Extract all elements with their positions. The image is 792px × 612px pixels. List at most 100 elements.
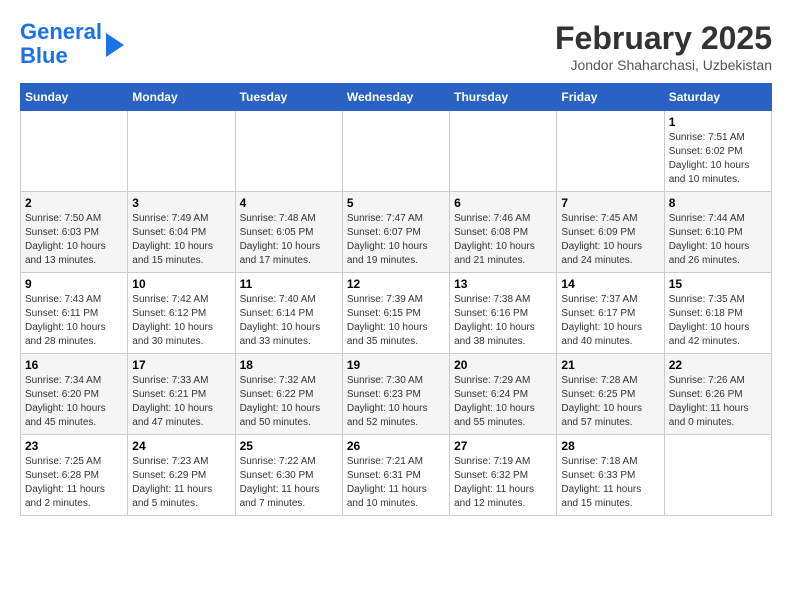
day-info: Sunrise: 7:44 AM Sunset: 6:10 PM Dayligh… (669, 212, 767, 268)
calendar-cell: 23 Sunrise: 7:25 AM Sunset: 6:28 PM Dayli… (21, 435, 128, 516)
day-number: 27 (454, 439, 552, 453)
logo-arrow-icon (106, 33, 124, 57)
header: General Blue February 2025 Jondor Shahar… (20, 20, 772, 73)
calendar-cell: 5 Sunrise: 7:47 AM Sunset: 6:07 PM Daylig… (342, 192, 449, 273)
day-info: Sunrise: 7:18 AM Sunset: 6:33 PM Dayligh… (561, 455, 659, 511)
day-number: 12 (347, 277, 445, 291)
day-number: 3 (132, 196, 230, 210)
logo-text: General Blue (20, 20, 102, 68)
calendar-cell: 8 Sunrise: 7:44 AM Sunset: 6:10 PM Daylig… (664, 192, 771, 273)
calendar-cell: 4Sunrise: 7:48 AM Sunset: 6:05 PM Daylig… (235, 192, 342, 273)
month-title: February 2025 (555, 20, 772, 57)
calendar-cell (21, 111, 128, 192)
calendar-cell: 21 Sunrise: 7:28 AM Sunset: 6:25 PM Dayli… (557, 354, 664, 435)
calendar-cell: 6Sunrise: 7:46 AM Sunset: 6:08 PM Daylig… (450, 192, 557, 273)
day-info: Sunrise: 7:45 AM Sunset: 6:09 PM Dayligh… (561, 212, 659, 268)
logo-general: General (20, 19, 102, 44)
calendar-week-4: 16 Sunrise: 7:34 AM Sunset: 6:20 PM Dayli… (21, 354, 772, 435)
day-info: Sunrise: 7:21 AM Sunset: 6:31 PM Dayligh… (347, 455, 445, 511)
calendar-cell (450, 111, 557, 192)
calendar-cell: 16 Sunrise: 7:34 AM Sunset: 6:20 PM Dayli… (21, 354, 128, 435)
calendar-cell: 20 Sunrise: 7:29 AM Sunset: 6:24 PM Dayli… (450, 354, 557, 435)
day-number: 2 (25, 196, 123, 210)
day-info: Sunrise: 7:43 AM Sunset: 6:11 PM Dayligh… (25, 293, 123, 349)
day-info: Sunrise: 7:25 AM Sunset: 6:28 PM Dayligh… (25, 455, 123, 511)
day-number: 14 (561, 277, 659, 291)
day-info: Sunrise: 7:48 AM Sunset: 6:05 PM Dayligh… (240, 212, 338, 268)
logo: General Blue (20, 20, 124, 68)
day-number: 1 (669, 115, 767, 129)
location-subtitle: Jondor Shaharchasi, Uzbekistan (555, 57, 772, 73)
day-info: Sunrise: 7:35 AM Sunset: 6:18 PM Dayligh… (669, 293, 767, 349)
day-number: 10 (132, 277, 230, 291)
day-info: Sunrise: 7:33 AM Sunset: 6:21 PM Dayligh… (132, 374, 230, 430)
day-number: 16 (25, 358, 123, 372)
header-tuesday: Tuesday (235, 84, 342, 111)
calendar-cell (128, 111, 235, 192)
day-number: 24 (132, 439, 230, 453)
day-number: 8 (669, 196, 767, 210)
day-info: Sunrise: 7:32 AM Sunset: 6:22 PM Dayligh… (240, 374, 338, 430)
header-friday: Friday (557, 84, 664, 111)
day-number: 28 (561, 439, 659, 453)
calendar-cell: 19Sunrise: 7:30 AM Sunset: 6:23 PM Dayli… (342, 354, 449, 435)
calendar-cell: 2 Sunrise: 7:50 AM Sunset: 6:03 PM Daylig… (21, 192, 128, 273)
day-number: 20 (454, 358, 552, 372)
calendar-cell (342, 111, 449, 192)
calendar-header-row: SundayMondayTuesdayWednesdayThursdayFrid… (21, 84, 772, 111)
calendar-cell: 22 Sunrise: 7:26 AM Sunset: 6:26 PM Dayli… (664, 354, 771, 435)
day-info: Sunrise: 7:50 AM Sunset: 6:03 PM Dayligh… (25, 212, 123, 268)
day-info: Sunrise: 7:40 AM Sunset: 6:14 PM Dayligh… (240, 293, 338, 349)
day-info: Sunrise: 7:47 AM Sunset: 6:07 PM Dayligh… (347, 212, 445, 268)
day-number: 15 (669, 277, 767, 291)
day-number: 5 (347, 196, 445, 210)
day-info: Sunrise: 7:49 AM Sunset: 6:04 PM Dayligh… (132, 212, 230, 268)
day-info: Sunrise: 7:37 AM Sunset: 6:17 PM Dayligh… (561, 293, 659, 349)
calendar-cell: 25 Sunrise: 7:22 AM Sunset: 6:30 PM Dayli… (235, 435, 342, 516)
day-number: 7 (561, 196, 659, 210)
day-number: 26 (347, 439, 445, 453)
day-info: Sunrise: 7:38 AM Sunset: 6:16 PM Dayligh… (454, 293, 552, 349)
day-info: Sunrise: 7:23 AM Sunset: 6:29 PM Dayligh… (132, 455, 230, 511)
day-info: Sunrise: 7:42 AM Sunset: 6:12 PM Dayligh… (132, 293, 230, 349)
day-info: Sunrise: 7:28 AM Sunset: 6:25 PM Dayligh… (561, 374, 659, 430)
logo-blue: Blue (20, 43, 68, 68)
day-info: Sunrise: 7:26 AM Sunset: 6:26 PM Dayligh… (669, 374, 767, 430)
header-monday: Monday (128, 84, 235, 111)
calendar-cell: 3 Sunrise: 7:49 AM Sunset: 6:04 PM Daylig… (128, 192, 235, 273)
calendar-cell: 26 Sunrise: 7:21 AM Sunset: 6:31 PM Dayli… (342, 435, 449, 516)
day-number: 9 (25, 277, 123, 291)
day-number: 23 (25, 439, 123, 453)
calendar-week-2: 2 Sunrise: 7:50 AM Sunset: 6:03 PM Daylig… (21, 192, 772, 273)
day-info: Sunrise: 7:39 AM Sunset: 6:15 PM Dayligh… (347, 293, 445, 349)
day-number: 18 (240, 358, 338, 372)
calendar-cell: 28 Sunrise: 7:18 AM Sunset: 6:33 PM Dayli… (557, 435, 664, 516)
calendar-cell: 14 Sunrise: 7:37 AM Sunset: 6:17 PM Dayli… (557, 273, 664, 354)
day-number: 6 (454, 196, 552, 210)
calendar-week-3: 9 Sunrise: 7:43 AM Sunset: 6:11 PM Daylig… (21, 273, 772, 354)
header-thursday: Thursday (450, 84, 557, 111)
calendar-cell (664, 435, 771, 516)
calendar-week-5: 23 Sunrise: 7:25 AM Sunset: 6:28 PM Dayli… (21, 435, 772, 516)
calendar-week-1: 1Sunrise: 7:51 AM Sunset: 6:02 PM Daylig… (21, 111, 772, 192)
day-number: 22 (669, 358, 767, 372)
day-number: 13 (454, 277, 552, 291)
day-number: 17 (132, 358, 230, 372)
calendar-cell: 17 Sunrise: 7:33 AM Sunset: 6:21 PM Dayli… (128, 354, 235, 435)
day-info: Sunrise: 7:19 AM Sunset: 6:32 PM Dayligh… (454, 455, 552, 511)
calendar-cell: 12 Sunrise: 7:39 AM Sunset: 6:15 PM Dayli… (342, 273, 449, 354)
day-info: Sunrise: 7:30 AM Sunset: 6:23 PM Dayligh… (347, 374, 445, 430)
calendar-table: SundayMondayTuesdayWednesdayThursdayFrid… (20, 83, 772, 516)
day-info: Sunrise: 7:34 AM Sunset: 6:20 PM Dayligh… (25, 374, 123, 430)
calendar-cell: 9 Sunrise: 7:43 AM Sunset: 6:11 PM Daylig… (21, 273, 128, 354)
day-info: Sunrise: 7:29 AM Sunset: 6:24 PM Dayligh… (454, 374, 552, 430)
day-info: Sunrise: 7:22 AM Sunset: 6:30 PM Dayligh… (240, 455, 338, 511)
header-saturday: Saturday (664, 84, 771, 111)
day-number: 25 (240, 439, 338, 453)
day-number: 21 (561, 358, 659, 372)
calendar-cell: 15 Sunrise: 7:35 AM Sunset: 6:18 PM Dayli… (664, 273, 771, 354)
calendar-cell: 10 Sunrise: 7:42 AM Sunset: 6:12 PM Dayli… (128, 273, 235, 354)
calendar-cell: 1Sunrise: 7:51 AM Sunset: 6:02 PM Daylig… (664, 111, 771, 192)
calendar-cell: 7 Sunrise: 7:45 AM Sunset: 6:09 PM Daylig… (557, 192, 664, 273)
header-sunday: Sunday (21, 84, 128, 111)
